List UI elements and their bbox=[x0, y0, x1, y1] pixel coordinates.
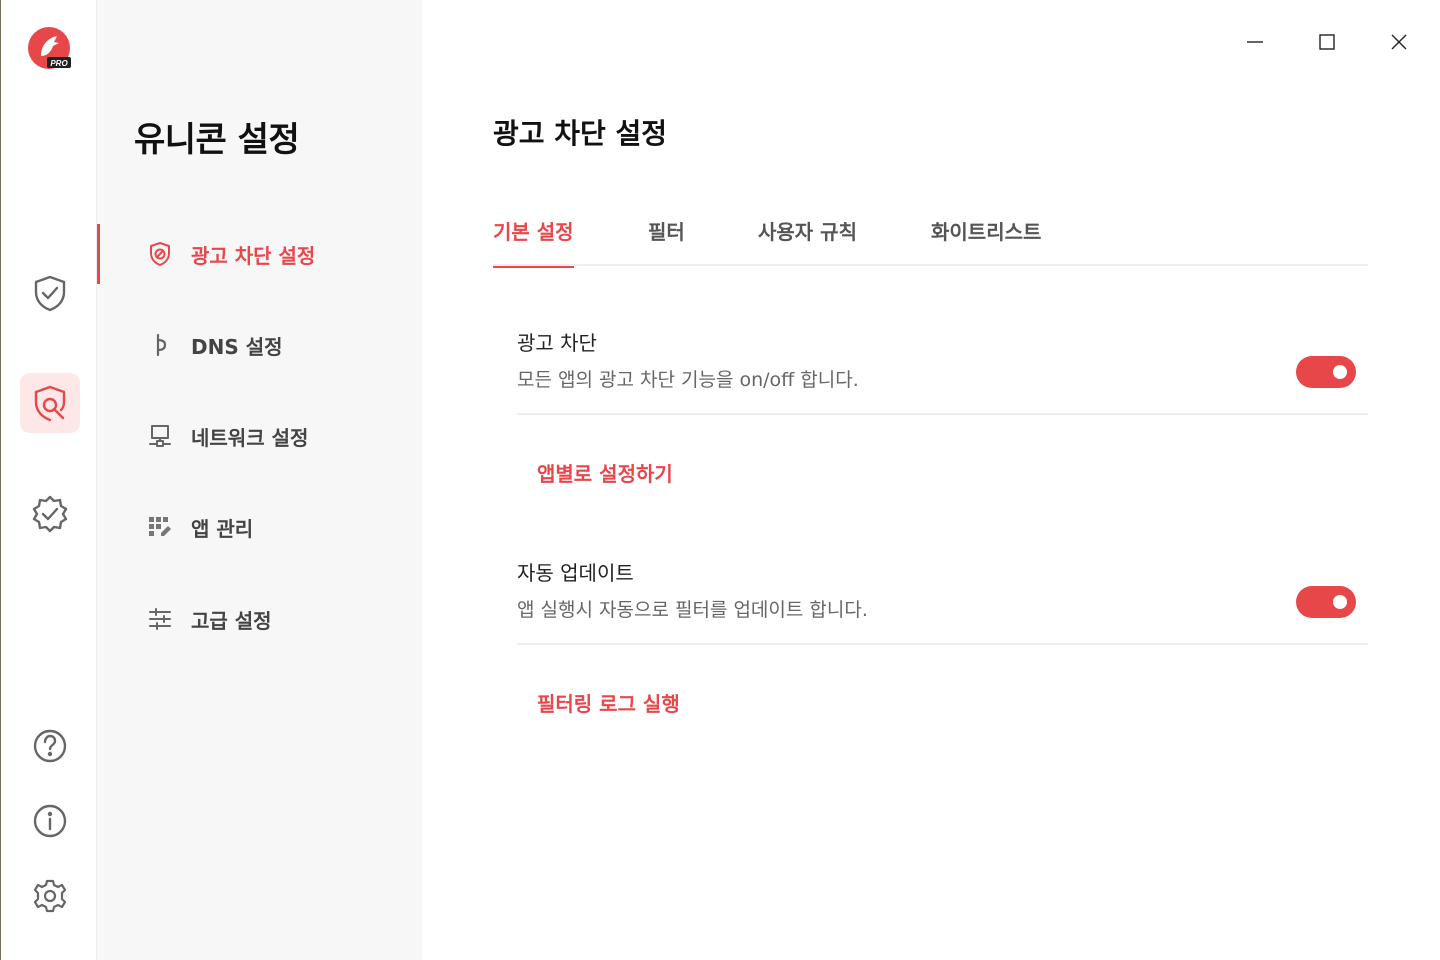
app-logo: PRO bbox=[27, 26, 73, 72]
shield-block-icon bbox=[147, 241, 173, 267]
minimize-button[interactable] bbox=[1241, 28, 1269, 56]
maximize-button[interactable] bbox=[1313, 28, 1341, 56]
help-icon[interactable] bbox=[20, 716, 80, 776]
sidebar-item-apps[interactable]: 앱 관리 bbox=[97, 497, 422, 557]
sidebar-item-dns[interactable]: DNS 설정 bbox=[97, 315, 422, 375]
dns-icon bbox=[147, 332, 173, 358]
adblock-toggle[interactable] bbox=[1296, 356, 1356, 388]
info-icon[interactable] bbox=[20, 791, 80, 851]
sliders-icon bbox=[147, 606, 173, 632]
setting-adblock: 광고 차단 모든 앱의 광고 차단 기능을 on/off 합니다. bbox=[517, 327, 1368, 415]
sidebar-item-adblock[interactable]: 광고 차단 설정 bbox=[97, 224, 422, 284]
app-grid-icon bbox=[147, 514, 173, 540]
setting-title: 자동 업데이트 bbox=[517, 561, 634, 585]
sidebar-item-label: 광고 차단 설정 bbox=[191, 243, 316, 268]
minimize-icon bbox=[1247, 41, 1263, 43]
icon-rail: PRO bbox=[0, 0, 97, 960]
tab-bar: 기본 설정 필터 사용자 규칙 화이트리스트 bbox=[493, 210, 1368, 268]
setting-description: 앱 실행시 자동으로 필터를 업데이트 합니다. bbox=[517, 599, 868, 621]
sidebar-title: 유니콘 설정 bbox=[134, 120, 300, 160]
maximize-icon bbox=[1319, 34, 1335, 50]
per-app-settings-link[interactable]: 앱별로 설정하기 bbox=[537, 458, 673, 487]
setting-title: 광고 차단 bbox=[517, 331, 597, 355]
toggle-knob bbox=[1333, 595, 1347, 609]
badge-check-icon[interactable] bbox=[20, 484, 80, 544]
close-button[interactable] bbox=[1385, 28, 1413, 56]
setting-auto-update: 자동 업데이트 앱 실행시 자동으로 필터를 업데이트 합니다. bbox=[517, 557, 1368, 645]
tab-basic-settings[interactable]: 기본 설정 bbox=[493, 216, 574, 268]
close-icon bbox=[1391, 34, 1407, 50]
sidebar-item-advanced[interactable]: 고급 설정 bbox=[97, 589, 422, 649]
sidebar-item-label: 앱 관리 bbox=[191, 516, 254, 541]
shield-check-icon[interactable] bbox=[20, 263, 80, 323]
setting-description: 모든 앱의 광고 차단 기능을 on/off 합니다. bbox=[517, 369, 859, 391]
gear-icon[interactable] bbox=[20, 866, 80, 926]
tab-filter[interactable]: 필터 bbox=[648, 216, 685, 266]
auto-update-toggle[interactable] bbox=[1296, 586, 1356, 618]
svg-text:PRO: PRO bbox=[50, 59, 68, 68]
settings-sidebar: 유니콘 설정 광고 차단 설정 DNS 설정 네트워크 설정 앱 관리 고급 설… bbox=[97, 0, 422, 960]
page-title: 광고 차단 설정 bbox=[493, 117, 668, 150]
shield-wrench-icon[interactable] bbox=[20, 373, 80, 433]
sidebar-item-label: DNS 설정 bbox=[191, 334, 283, 359]
filtering-log-link[interactable]: 필터링 로그 실행 bbox=[537, 688, 680, 717]
sidebar-item-label: 고급 설정 bbox=[191, 608, 272, 633]
sidebar-item-network[interactable]: 네트워크 설정 bbox=[97, 406, 422, 466]
sidebar-item-label: 네트워크 설정 bbox=[191, 425, 309, 450]
tab-user-rules[interactable]: 사용자 규칙 bbox=[758, 216, 857, 266]
toggle-knob bbox=[1333, 365, 1347, 379]
network-icon bbox=[147, 423, 173, 449]
tab-whitelist[interactable]: 화이트리스트 bbox=[931, 216, 1041, 266]
